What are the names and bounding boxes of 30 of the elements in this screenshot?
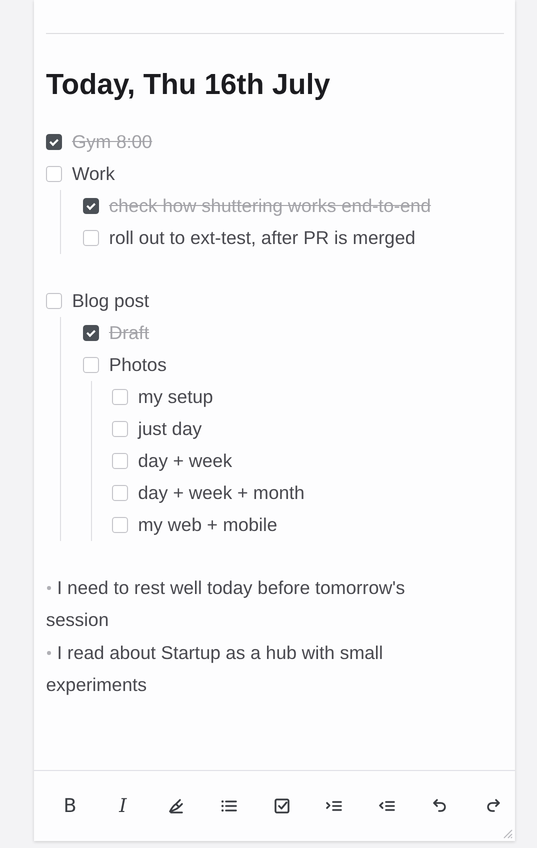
note-text: I read about Startup as a hub with small experiments xyxy=(46,641,384,697)
task-text: Blog post xyxy=(72,290,150,312)
task-text: my web + mobile xyxy=(138,514,278,536)
checkbox[interactable] xyxy=(83,325,99,341)
task-text: roll out to ext-test, after PR is merged xyxy=(109,227,416,249)
task-text: Photos xyxy=(109,354,167,376)
checkbox[interactable] xyxy=(83,198,99,214)
task-text: day + week + month xyxy=(138,482,305,504)
task-text: check how shuttering works end-to-end xyxy=(109,195,431,217)
checkbox[interactable] xyxy=(46,134,62,150)
heading: Today, Thu 16th July xyxy=(46,70,332,100)
checkbox[interactable] xyxy=(112,517,128,533)
checkbox[interactable] xyxy=(83,230,99,246)
checkbox[interactable] xyxy=(83,357,99,373)
task-text: day + week xyxy=(138,450,232,472)
checkbox[interactable] xyxy=(112,453,128,469)
checkbox[interactable] xyxy=(46,293,62,309)
task-text: Gym 8:00 xyxy=(72,131,152,153)
italic-button[interactable]: I xyxy=(108,792,137,820)
checkbox[interactable] xyxy=(112,389,128,405)
task-text: Draft xyxy=(109,322,150,344)
checkbox[interactable] xyxy=(112,485,128,501)
checkbox[interactable] xyxy=(112,421,128,437)
checkbox[interactable] xyxy=(46,166,62,182)
note-text: I need to rest well today before tomorrow's session xyxy=(46,576,406,632)
task-text: my setup xyxy=(138,386,214,408)
bold-button[interactable]: B xyxy=(56,792,84,820)
resize-grip-icon[interactable] xyxy=(501,827,513,839)
task-text: just day xyxy=(138,418,202,440)
task-text: Work xyxy=(72,163,115,185)
